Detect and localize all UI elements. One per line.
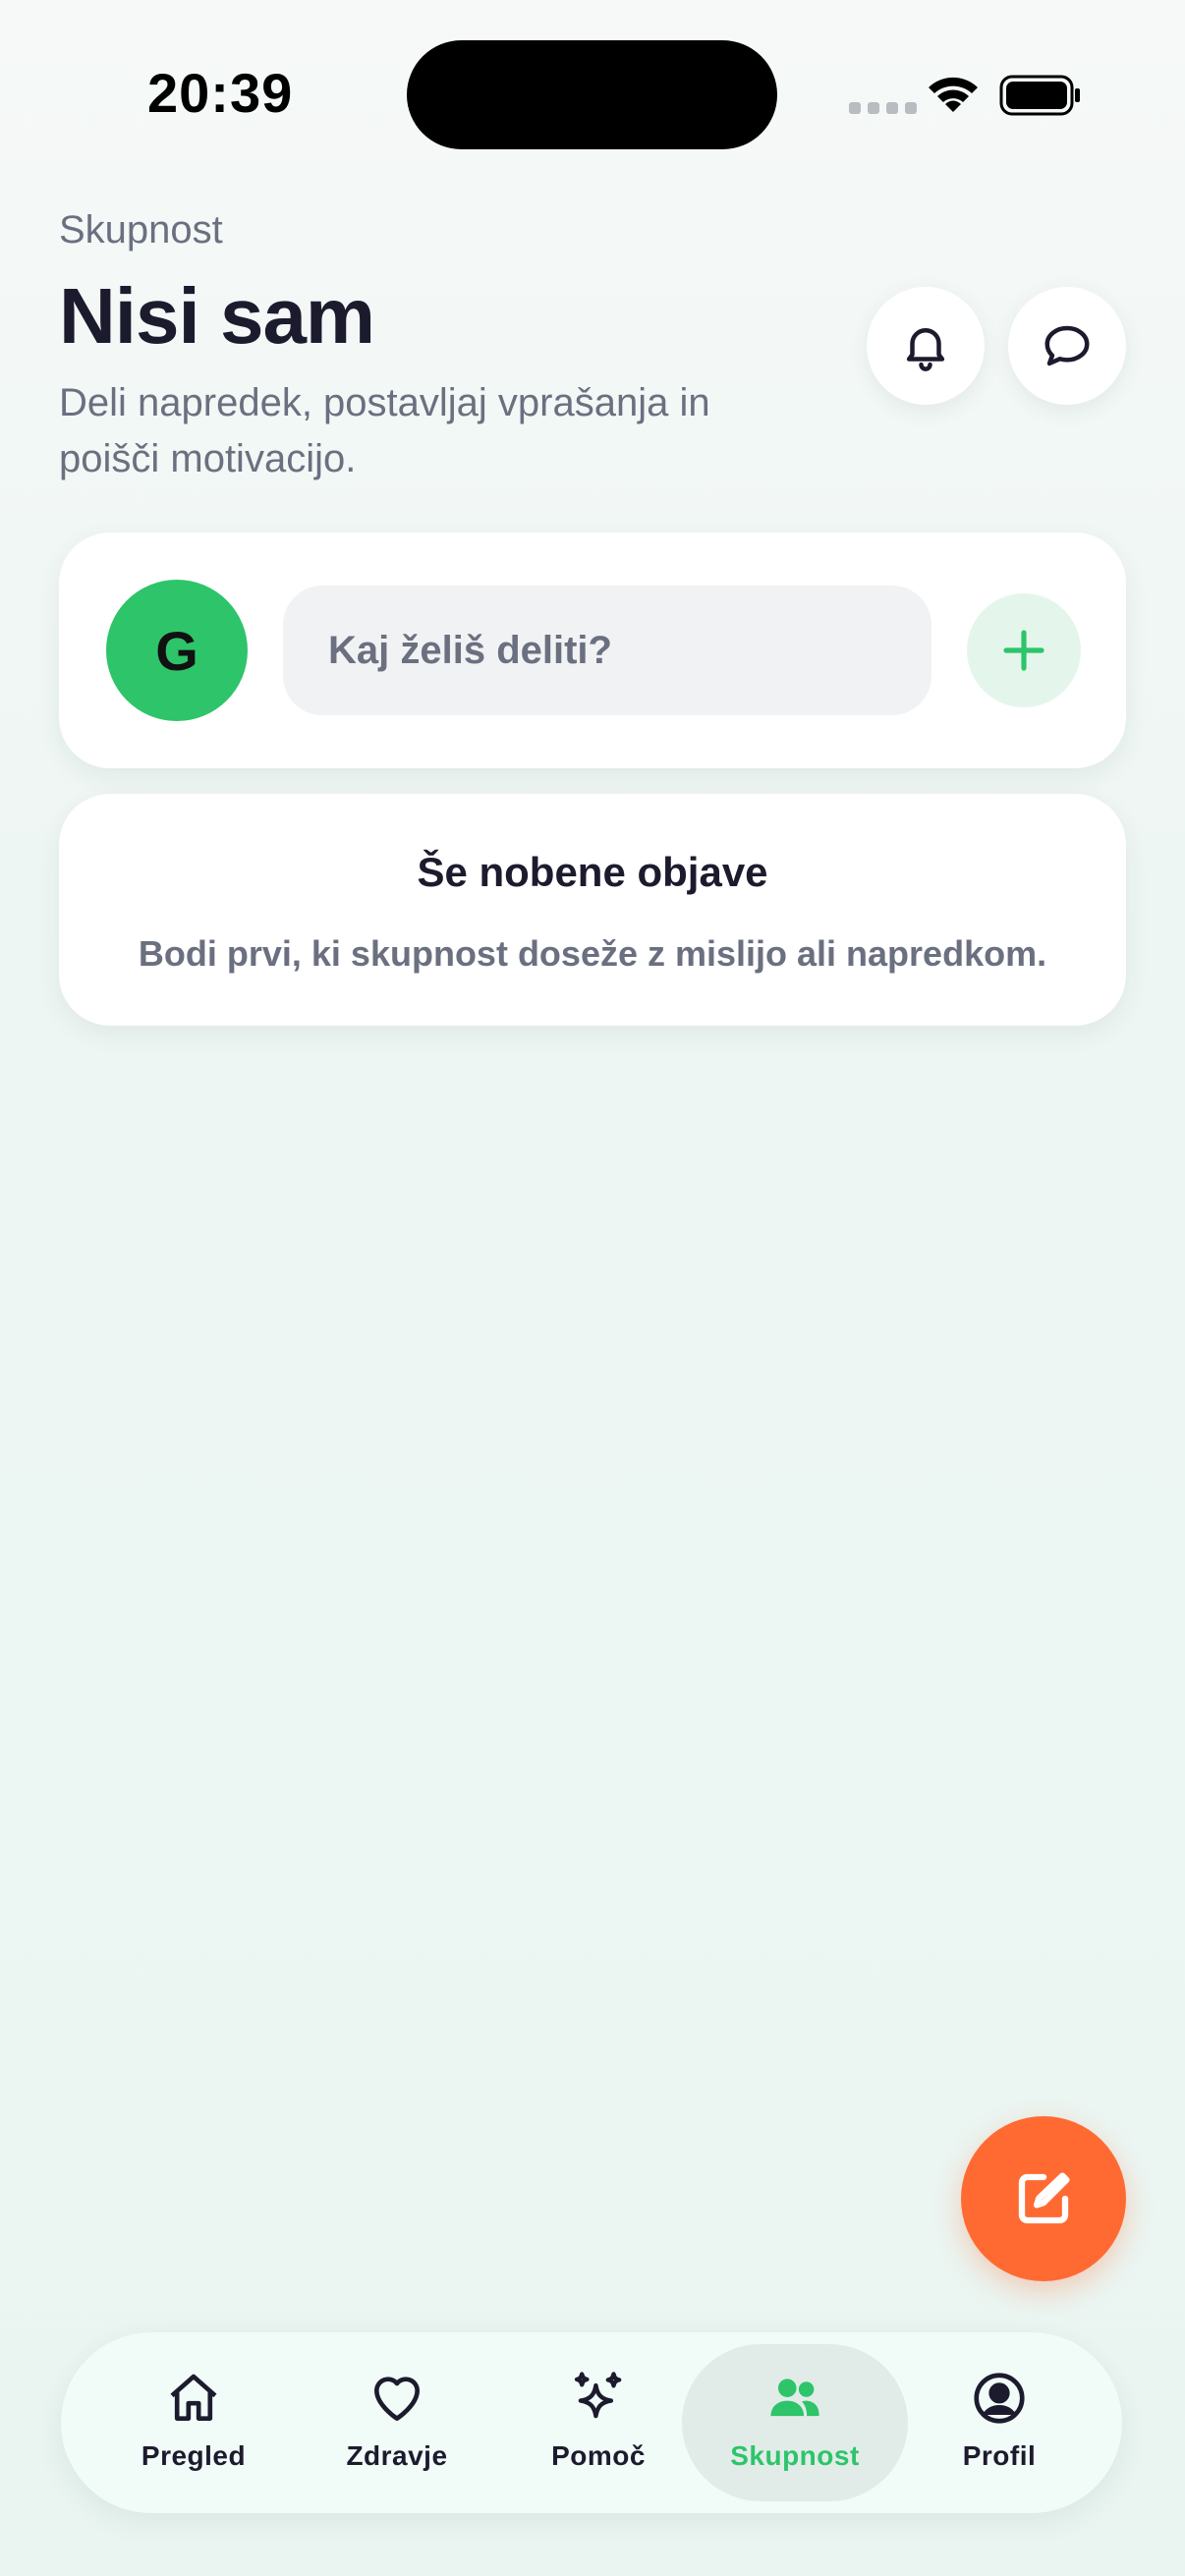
edit-icon [1018,2172,1070,2224]
page-subtitle: Deli napredek, postavljaj vprašanja in p… [59,381,710,480]
heart-icon [374,2377,420,2421]
tab-zdravje[interactable]: Zdravje [284,2344,510,2501]
status-bar: 20:39 [0,0,1185,187]
tab-label: Profil [962,2440,1037,2471]
tab-skupnost[interactable]: Skupnost [682,2344,908,2501]
battery-icon [999,75,1080,116]
notifications-button[interactable] [867,287,985,405]
tab-label: Skupnost [730,2440,860,2471]
tab-label: Pregled [141,2440,247,2471]
tab-pomoc[interactable]: Pomoč [485,2344,711,2501]
empty-state-text: Bodi prvi, ki skupnost doseže z mislijo … [138,933,1047,974]
empty-state-title: Še nobene objave [417,849,768,895]
sparkles-icon [574,2372,622,2419]
add-post-button[interactable] [967,593,1081,707]
cellular-signal-icon [849,102,917,114]
tab-pregled[interactable]: Pregled [81,2344,307,2501]
users-icon [770,2379,819,2417]
section-eyebrow: Skupnost [59,208,223,252]
plus-icon [1003,630,1044,671]
empty-state-card: Še nobene objave Bodi prvi, ki skupnost … [59,794,1126,1026]
home-icon [170,2374,217,2421]
post-input[interactable] [283,586,931,715]
compose-post-fab[interactable] [961,2116,1126,2281]
dynamic-island [407,40,777,149]
profile-icon [974,2373,1025,2424]
tab-label: Pomoč [551,2440,646,2471]
chat-bubble-icon [1044,325,1090,366]
tab-profil[interactable]: Profil [886,2344,1112,2501]
avatar[interactable]: G [106,580,248,721]
bell-icon [906,328,945,371]
messages-button[interactable] [1008,287,1126,405]
tab-label: Zdravje [346,2440,448,2471]
bottom-tab-bar: Pregled Zdravje Pomoč Skupnost Profil [61,2332,1122,2513]
page-title: Nisi sam [59,272,375,360]
wifi-icon [929,77,978,112]
status-time: 20:39 [147,62,294,124]
post-composer-card: G [59,532,1126,768]
